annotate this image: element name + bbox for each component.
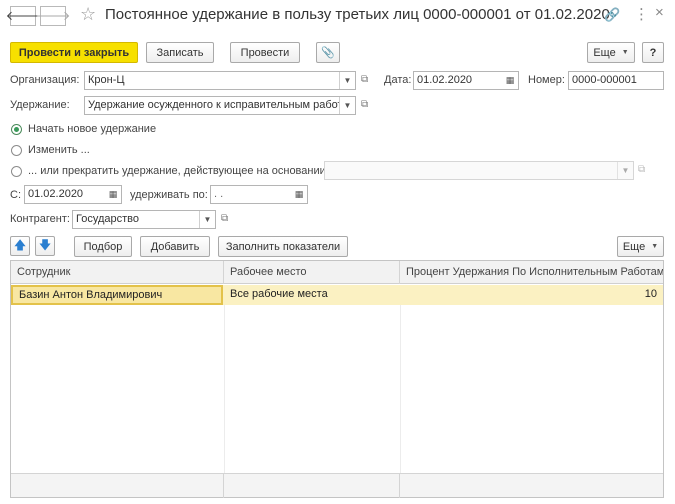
save-button[interactable]: Записать: [146, 42, 214, 63]
table-cell-percent[interactable]: 10: [400, 285, 663, 305]
date-field[interactable]: 01.02.2020 ▦: [413, 71, 519, 90]
column-header-percent[interactable]: Процент Удержания По Исполнительным Рабо…: [400, 261, 663, 284]
until-date-value: . .: [214, 188, 224, 200]
open-icon[interactable]: ⧉: [638, 164, 645, 175]
date-label: Дата:: [384, 74, 412, 86]
contractor-value: Государство: [76, 213, 140, 225]
calendar-icon[interactable]: ▦: [105, 186, 121, 203]
org-field[interactable]: Крон-Ц ▼: [84, 71, 356, 90]
dropdown-arrow-icon[interactable]: ▼: [339, 97, 355, 114]
employees-table[interactable]: Сотрудник Рабочее место Процент Удержани…: [10, 260, 664, 498]
arrow-down-icon: 🡇: [38, 237, 52, 252]
basis-document-field[interactable]: ▼: [324, 161, 634, 180]
from-date-field[interactable]: 01.02.2020 ▦: [24, 185, 122, 204]
until-label: удерживать по:: [130, 189, 208, 201]
fill-indicators-button[interactable]: Заполнить показатели: [218, 236, 348, 257]
more-label: Еще: [622, 240, 646, 253]
until-date-field[interactable]: . . ▦: [210, 185, 308, 204]
calendar-icon[interactable]: ▦: [291, 186, 307, 203]
column-divider: [224, 285, 225, 475]
attach-button[interactable]: 📎: [316, 42, 340, 63]
column-divider: [400, 285, 401, 475]
help-button[interactable]: ?: [642, 42, 664, 63]
radio-change-label[interactable]: Изменить ...: [28, 144, 90, 156]
radio-new-deduction[interactable]: [11, 124, 22, 135]
select-button[interactable]: Подбор: [74, 236, 132, 257]
date-value: 01.02.2020: [417, 74, 473, 86]
favorite-star-icon[interactable]: ☆: [80, 4, 96, 25]
back-button[interactable]: 🡐: [6, 6, 40, 26]
move-down-button[interactable]: 🡇: [35, 236, 55, 256]
table-footer: [11, 473, 663, 498]
add-button[interactable]: Добавить: [140, 236, 210, 257]
contractor-label: Контрагент:: [10, 213, 70, 225]
table-cell-employee[interactable]: Базин Антон Владимирович: [11, 285, 223, 305]
dropdown-arrow-icon[interactable]: ▼: [339, 72, 355, 89]
from-label: С:: [10, 189, 21, 201]
link-icon[interactable]: 🔗: [604, 7, 620, 23]
org-label: Организация:: [10, 74, 80, 86]
table-row[interactable]: Базин Антон Владимирович Все рабочие мес…: [11, 285, 663, 305]
move-up-button[interactable]: 🡅: [10, 236, 30, 256]
post-button[interactable]: Провести: [230, 42, 300, 63]
radio-stop-label[interactable]: ... или прекратить удержание, действующе…: [28, 165, 326, 177]
post-and-close-button[interactable]: Провести и закрыть: [10, 42, 138, 63]
calendar-icon[interactable]: ▦: [502, 72, 518, 89]
forward-button[interactable]: 🡒: [36, 6, 70, 26]
table-more-button[interactable]: Еще ▼: [617, 236, 664, 257]
paperclip-icon: 📎: [321, 47, 335, 59]
column-header-workplace[interactable]: Рабочее место: [224, 261, 400, 284]
open-icon[interactable]: ⧉: [221, 213, 228, 224]
table-header: Сотрудник Рабочее место Процент Удержани…: [11, 261, 663, 284]
org-value: Крон-Ц: [88, 74, 125, 86]
table-cell-workplace[interactable]: Все рабочие места: [224, 285, 400, 305]
radio-change[interactable]: [11, 145, 22, 156]
dropdown-arrow-icon[interactable]: ▼: [199, 211, 215, 228]
radio-stop[interactable]: [11, 166, 22, 177]
open-icon[interactable]: ⧉: [361, 74, 368, 85]
deduction-label: Удержание:: [10, 99, 70, 111]
footer-cell: [224, 474, 400, 498]
footer-cell: [11, 474, 224, 498]
page-title: Постоянное удержание в пользу третьих ли…: [105, 6, 610, 23]
from-date-value: 01.02.2020: [28, 188, 84, 200]
dropdown-arrow-icon: ▼: [651, 243, 659, 250]
more-button[interactable]: Еще ▼: [587, 42, 635, 63]
arrow-up-icon: 🡅: [13, 237, 27, 252]
dropdown-arrow-icon: ▼: [621, 49, 629, 56]
radio-new-label[interactable]: Начать новое удержание: [28, 123, 156, 135]
number-label: Номер:: [528, 74, 565, 86]
arrow-right-icon: 🡒: [35, 8, 71, 23]
deduction-value: Удержание осужденного к исправительным р…: [88, 99, 356, 111]
open-icon[interactable]: ⧉: [361, 99, 368, 110]
number-field[interactable]: 0000-000001: [568, 71, 664, 90]
more-label: Еще: [593, 46, 616, 59]
deduction-field[interactable]: Удержание осужденного к исправительным р…: [84, 96, 356, 115]
more-vertical-icon[interactable]: ⋮: [634, 5, 649, 23]
column-header-employee[interactable]: Сотрудник: [11, 261, 224, 284]
dropdown-arrow-icon[interactable]: ▼: [617, 162, 633, 179]
close-icon[interactable]: ×: [655, 4, 664, 21]
contractor-field[interactable]: Государство ▼: [72, 210, 216, 229]
